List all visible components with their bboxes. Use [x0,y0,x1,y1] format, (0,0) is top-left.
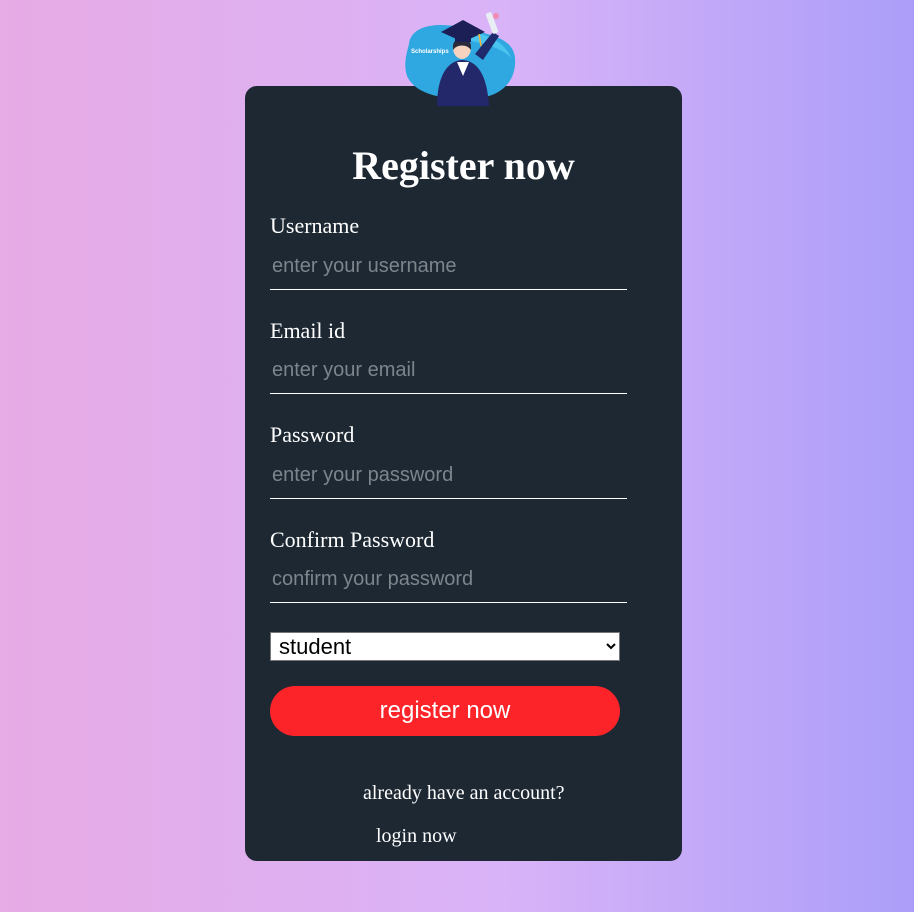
email-input[interactable] [270,353,627,394]
email-label: Email id [270,318,346,343]
password-input[interactable] [270,458,627,499]
register-card: Register now Username Email id Password … [245,86,682,861]
password-label: Password [270,422,355,447]
graduate-illustration-icon: Scholarships [405,12,516,106]
login-link[interactable]: login now [376,824,457,848]
username-label: Username [270,213,360,238]
logo: Scholarships [401,6,519,106]
role-select[interactable]: student [270,632,620,661]
already-have-account-text: already have an account? [363,782,565,804]
confirm-password-label: Confirm Password [270,527,435,552]
register-button[interactable]: register now [270,686,620,736]
page-title: Register now [352,143,575,188]
logo-text: Scholarships [411,49,449,55]
confirm-password-input[interactable] [270,562,627,603]
username-input[interactable] [270,249,627,290]
